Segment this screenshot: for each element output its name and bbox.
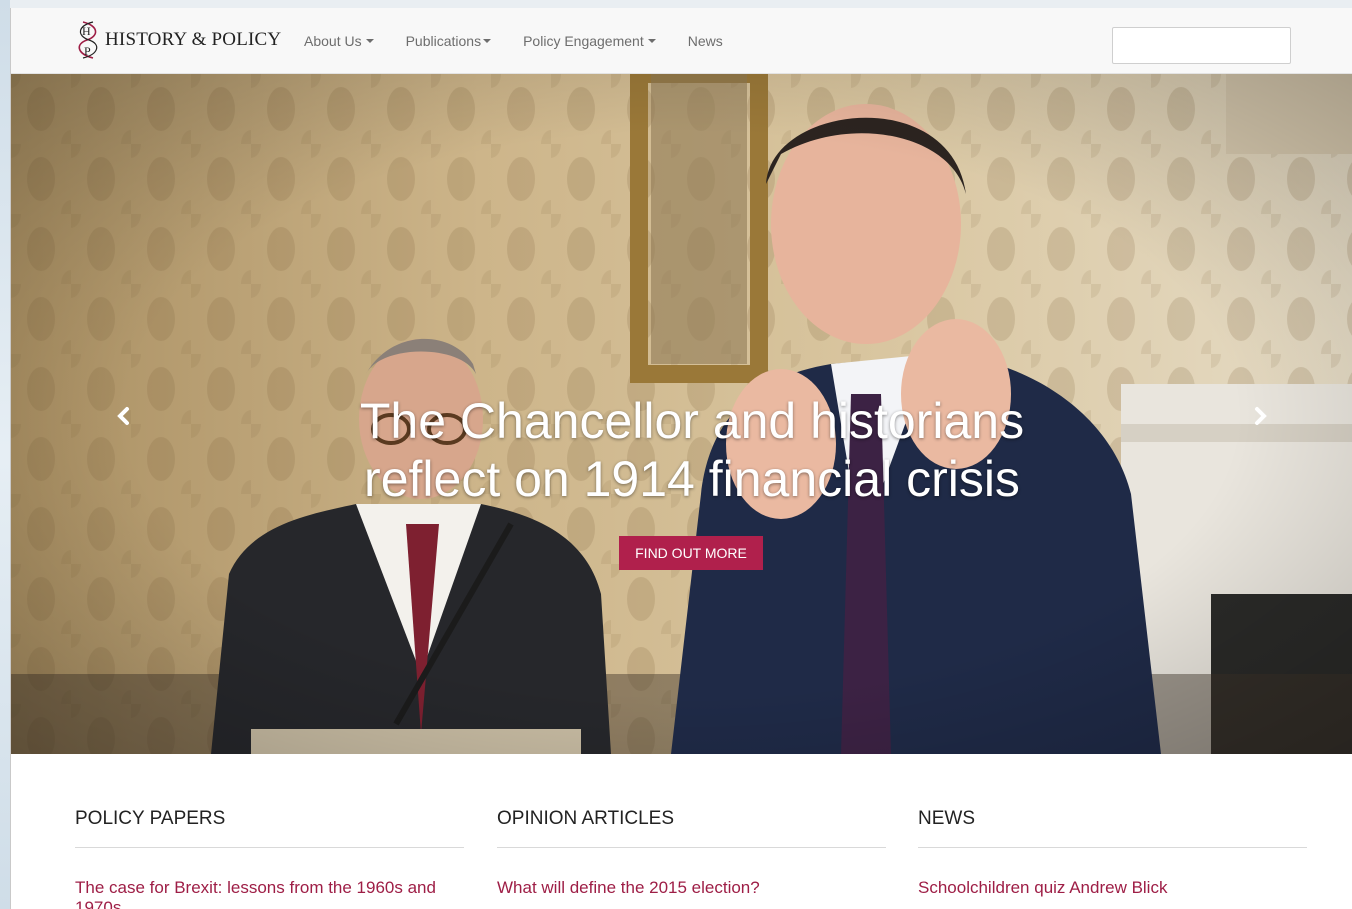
nav-item-label: About Us	[304, 33, 362, 49]
page: H P HISTORY & POLICY About Us Publicatio…	[10, 8, 1352, 909]
hero-title-line-2: reflect on 1914 financial crisis	[364, 451, 1020, 507]
caret-down-icon	[365, 39, 374, 43]
logo-monogram-top: H	[82, 24, 91, 38]
caret-down-icon	[647, 39, 656, 43]
nav-item-publications[interactable]: Publications	[406, 33, 492, 49]
nav-item-policy-engagement[interactable]: Policy Engagement	[523, 33, 656, 49]
logo-monogram-icon: H P	[73, 20, 103, 60]
section-heading: OPINION ARTICLES	[497, 808, 886, 848]
logo-text: HISTORY & POLICY	[105, 29, 282, 50]
navbar: H P HISTORY & POLICY About Us Publicatio…	[11, 8, 1352, 74]
page-background	[0, 0, 10, 909]
nav-item-label: News	[687, 33, 723, 49]
carousel-prev-button[interactable]	[112, 404, 136, 428]
site-logo[interactable]: H P HISTORY & POLICY	[73, 20, 281, 60]
carousel-next-button[interactable]	[1248, 404, 1272, 428]
chevron-right-icon	[1255, 407, 1267, 425]
section-heading: NEWS	[918, 808, 1307, 848]
section-link[interactable]: Schoolchildren quiz Andrew Blick	[918, 878, 1307, 898]
nav-item-label: Policy Engagement	[523, 33, 644, 49]
logo-monogram-bottom: P	[84, 44, 91, 58]
find-out-more-button[interactable]: FIND OUT MORE	[619, 536, 763, 570]
caret-down-icon	[483, 39, 492, 43]
section-policy-papers: POLICY PAPERS The case for Brexit: lesso…	[75, 808, 464, 909]
section-link[interactable]: What will define the 2015 election?	[497, 878, 886, 898]
nav-item-news[interactable]: News	[688, 33, 723, 49]
nav-item-label: Publications	[405, 33, 482, 49]
section-link[interactable]: The case for Brexit: lessons from the 19…	[75, 878, 464, 909]
hero-title-line-1: The Chancellor and historians	[359, 393, 1025, 449]
section-opinion-articles: OPINION ARTICLES What will define the 20…	[497, 808, 886, 898]
nav-item-about-us[interactable]: About Us	[304, 33, 374, 49]
hero-title: The Chancellor and historians reflect on…	[11, 392, 1352, 508]
search-input[interactable]	[1112, 27, 1291, 64]
top-strip	[10, 0, 1352, 8]
section-news: NEWS Schoolchildren quiz Andrew Blick	[918, 808, 1307, 898]
section-heading: POLICY PAPERS	[75, 808, 464, 848]
main-nav: About Us Publications Policy Engagement …	[304, 8, 755, 74]
chevron-left-icon	[117, 407, 129, 425]
hero-carousel: The Chancellor and historians reflect on…	[11, 74, 1352, 754]
